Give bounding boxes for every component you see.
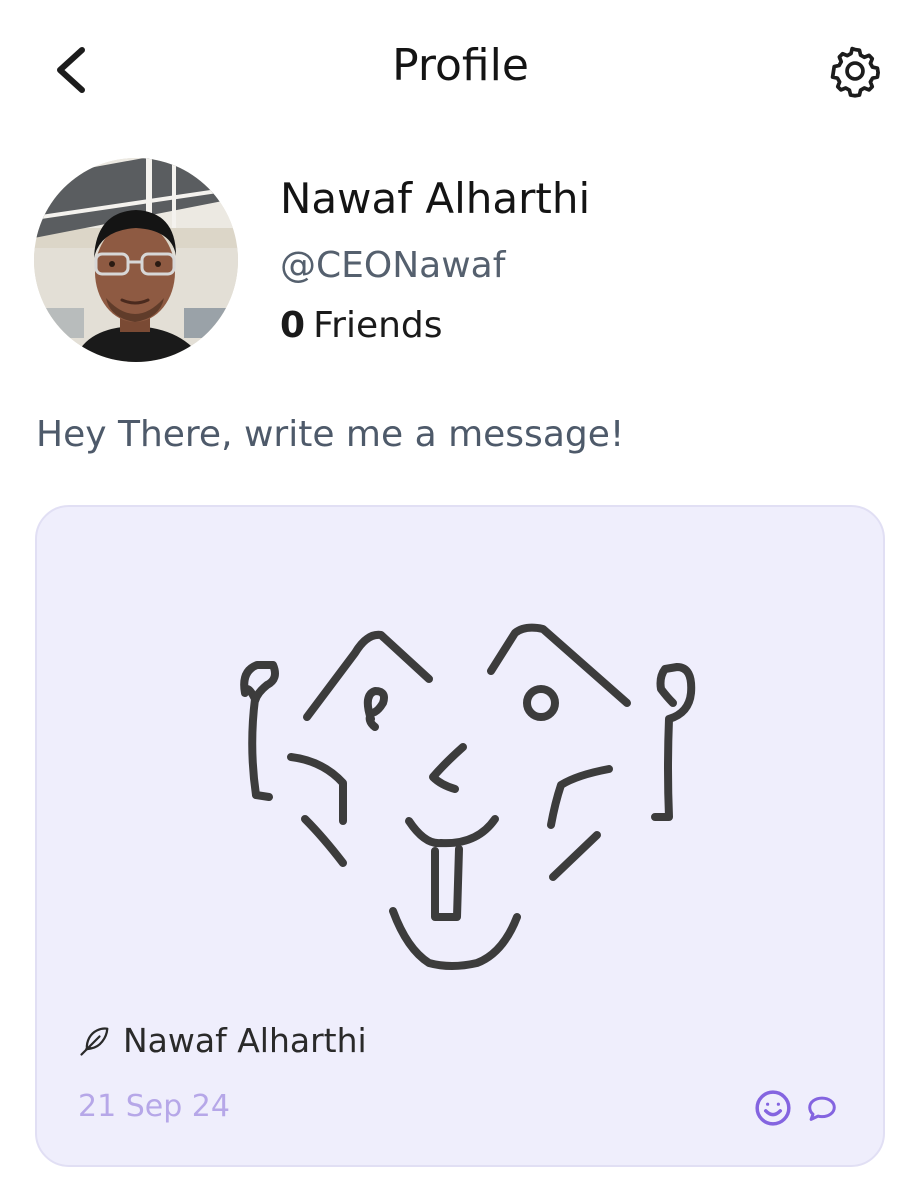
feather-icon [80,1026,109,1056]
comment-button[interactable] [803,1091,841,1127]
gear-icon [830,46,880,98]
post-date: 21 Sep 24 [78,1089,230,1124]
post-author-name: Nawaf Alharthi [123,1021,367,1060]
profile-name: Nawaf Alharthi [280,174,591,223]
profile-bio: Hey There, write me a message! [36,414,625,455]
profile-photo [34,158,238,362]
header-bar: Profile [0,0,921,140]
friends-count-value: 0 [280,305,306,346]
message-card[interactable]: Nawaf Alharthi 21 Sep 24 [35,505,885,1167]
hand-drawn-face-drawing [240,623,696,970]
profile-handle: @CEONawaf [280,245,506,286]
settings-button[interactable] [824,40,886,102]
friends-count[interactable]: 0 Friends [280,305,443,346]
smiley-icon [755,1090,791,1126]
speech-bubble-icon [808,1096,836,1121]
friends-label: Friends [313,305,443,346]
post-author: Nawaf Alharthi [77,1021,367,1060]
page-title: Profile [392,40,529,91]
react-button[interactable] [753,1088,793,1128]
avatar[interactable] [34,158,238,362]
